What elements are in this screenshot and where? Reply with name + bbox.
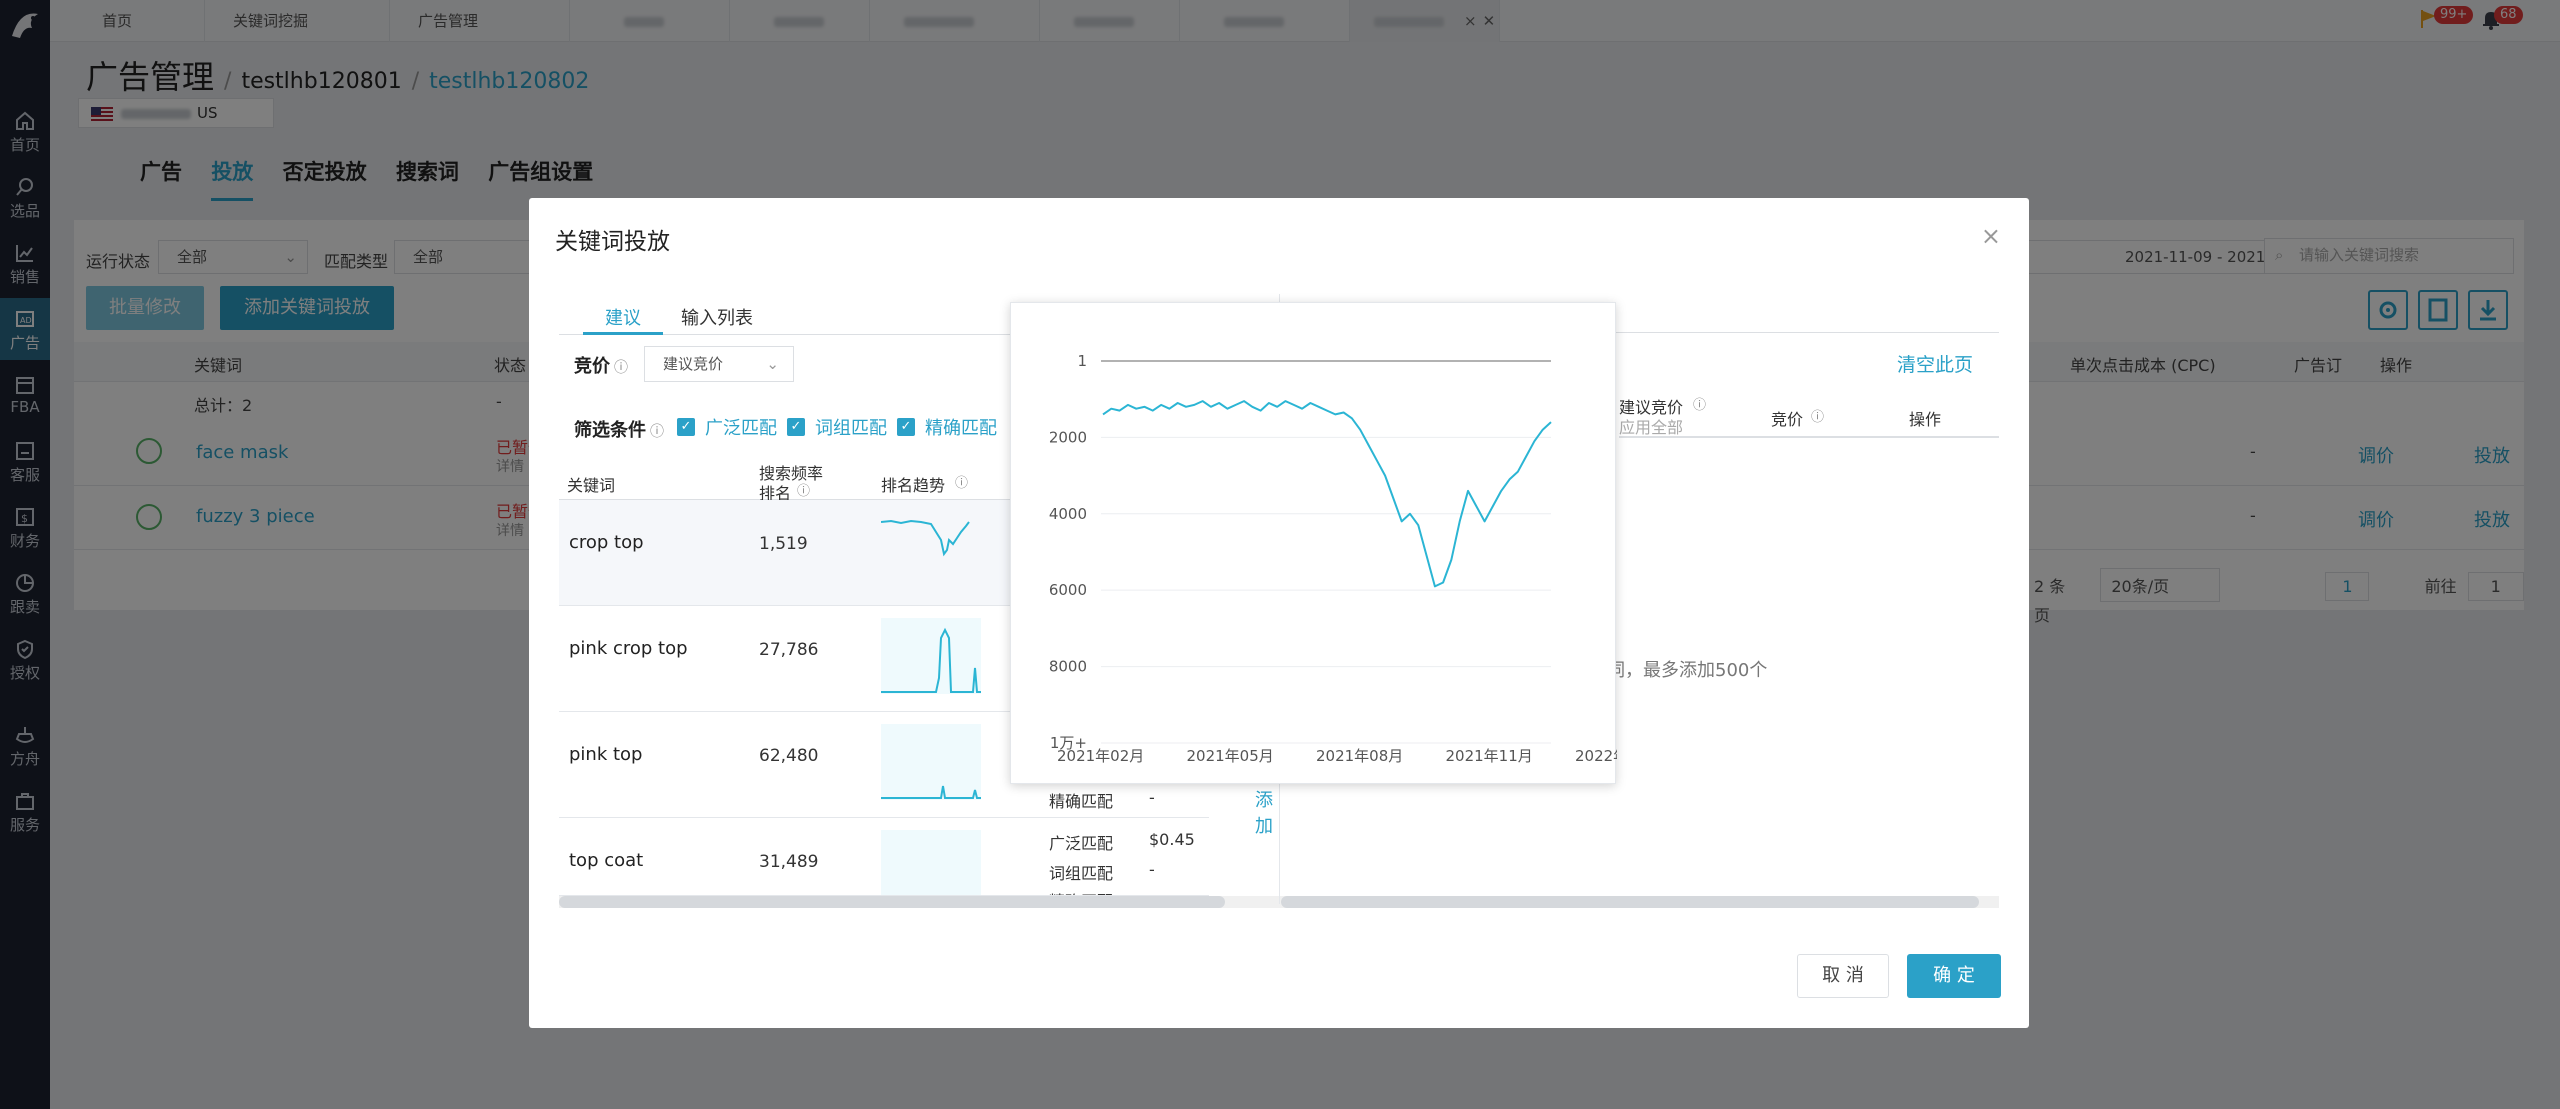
cancel-button[interactable]: 取 消 <box>1797 954 1889 998</box>
y-tick-label: 6000 <box>1049 581 1087 599</box>
x-tick-label: 2021年08月 <box>1316 747 1403 765</box>
confirm-button[interactable]: 确 定 <box>1907 954 2001 998</box>
x-tick-label: 2022年02月 <box>1575 747 1617 765</box>
filter-label: 筛选条件 ⓘ <box>574 420 664 441</box>
info-icon: ⓘ <box>614 360 628 376</box>
tab-input-list[interactable]: 输入列表 <box>681 304 753 330</box>
x-tick-label: 2021年05月 <box>1187 747 1274 765</box>
left-horizontal-scrollbar[interactable] <box>559 896 1319 908</box>
bid-label: 竞价 ⓘ <box>574 356 628 377</box>
info-icon: ⓘ <box>797 484 811 499</box>
x-tick-label: 2021年02月 <box>1057 747 1144 765</box>
apply-all-link[interactable]: 应用全部 <box>1619 414 1683 438</box>
bid-type-select[interactable]: 建议竞价 ⌄ <box>644 346 794 382</box>
rank-trend-chart: 120004000600080001万+2021年02月 2021年05月 2021… <box>1049 352 1617 765</box>
rank-trend-sparkline[interactable] <box>881 618 981 694</box>
info-icon: ⓘ <box>650 424 664 440</box>
info-icon: ⓘ <box>1811 410 1825 425</box>
rank-trend-chart-popup: 1 2000 4000 6000 8000 1万+ 2021年02月 2021年05月 2021… <box>1010 302 1617 784</box>
y-tick-label: 2000 <box>1049 428 1087 446</box>
add-exact-button[interactable]: 添加 <box>1255 786 1273 838</box>
rank-trend-sparkline[interactable] <box>881 830 981 896</box>
selected-table-header: 建议竞价 ⓘ 应用全部 竞价 ⓘ 操作 <box>1619 394 1999 438</box>
y-tick-label: 1 <box>1077 352 1087 370</box>
dialog-title: 关键词投放 <box>555 229 670 255</box>
active-tab-indicator <box>583 332 663 335</box>
info-icon: ⓘ <box>955 476 969 491</box>
exact-match-label: 精确匹配 <box>925 418 997 439</box>
y-tick-label: 8000 <box>1049 658 1087 676</box>
rank-trend-sparkline[interactable] <box>881 724 981 800</box>
rank-trend-line <box>1102 400 1552 588</box>
rank-trend-sparkline[interactable] <box>881 510 981 586</box>
phrase-match-label: 词组匹配 <box>815 418 887 439</box>
close-icon[interactable]: × <box>1981 222 2001 250</box>
broad-match-label: 广泛匹配 <box>705 418 777 439</box>
right-horizontal-scrollbar[interactable] <box>1281 896 1999 908</box>
tab-suggestions[interactable]: 建议 <box>605 304 641 330</box>
exact-match-checkbox[interactable]: ✓ <box>897 418 915 436</box>
list-item[interactable]: top coat 31,489 广泛匹配 $0.45 添加 词组匹配 - 添加 … <box>559 818 1209 896</box>
x-tick-label: 2021年11月 <box>1446 747 1533 765</box>
info-icon: ⓘ <box>1693 398 1707 413</box>
phrase-match-checkbox[interactable]: ✓ <box>787 418 805 436</box>
clear-page-link[interactable]: 清空此页 <box>1897 350 1973 377</box>
broad-match-checkbox[interactable]: ✓ <box>677 418 695 436</box>
y-tick-label: 4000 <box>1049 505 1087 523</box>
chevron-down-icon: ⌄ <box>766 355 779 373</box>
